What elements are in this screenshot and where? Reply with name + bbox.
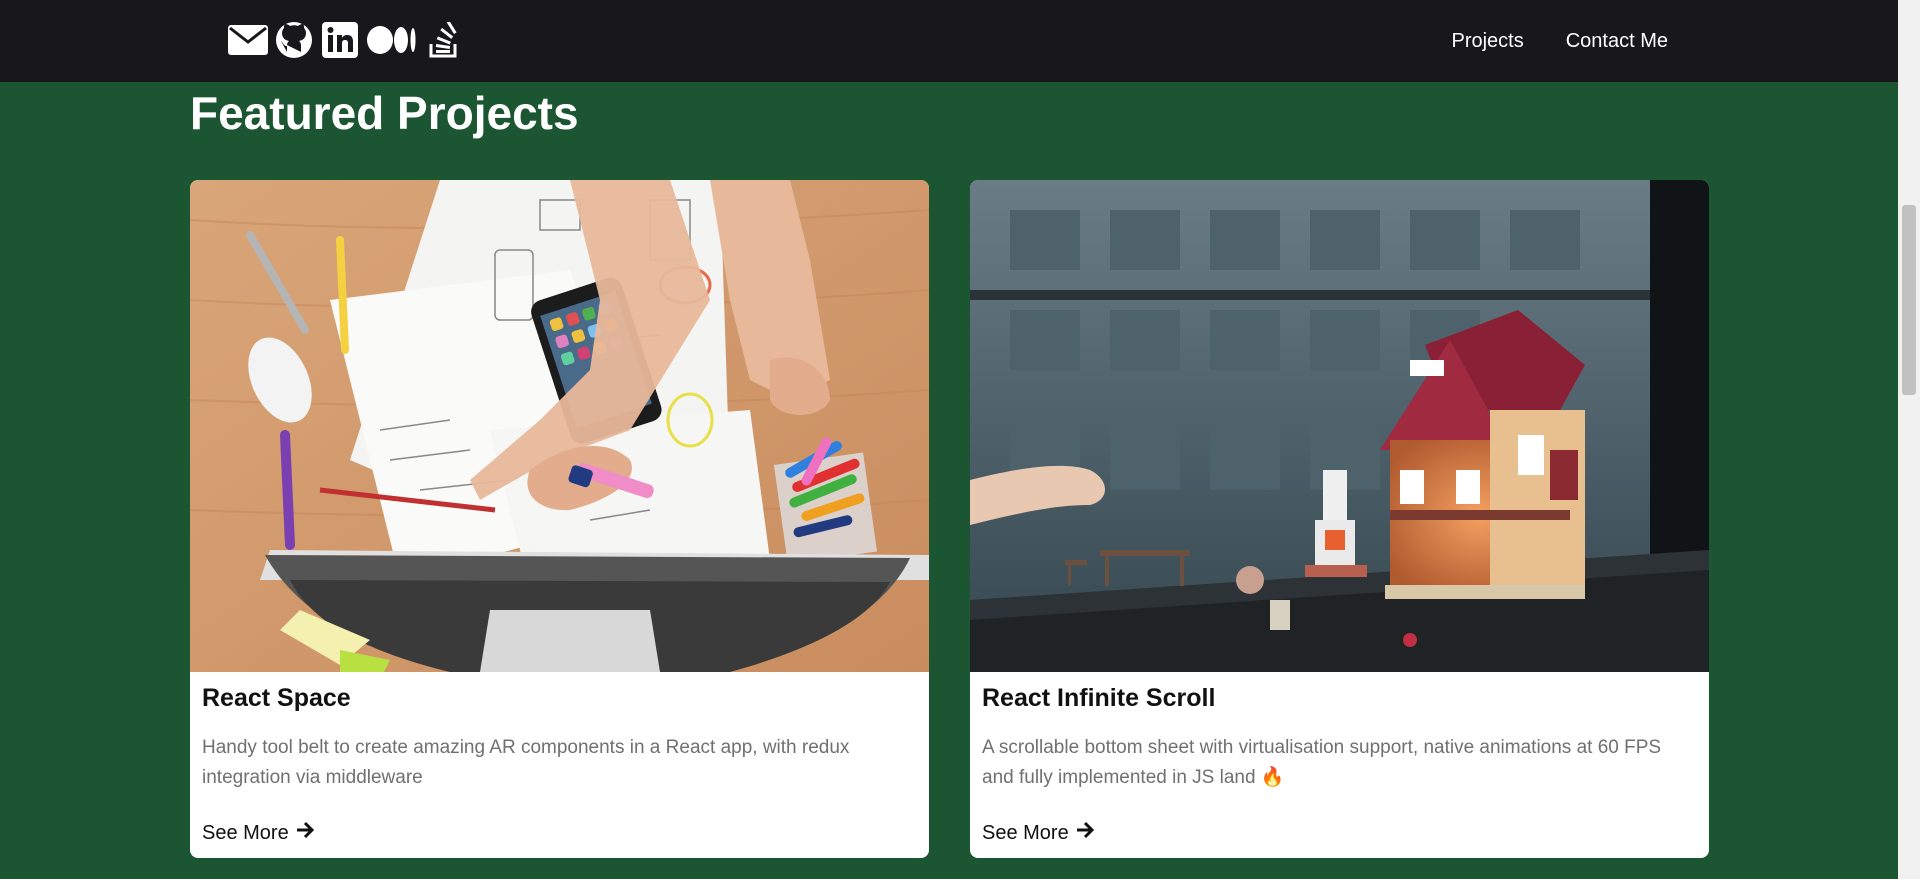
project-title: React Space [202, 684, 351, 712]
see-more-label: See More [202, 821, 289, 844]
medium-icon[interactable] [366, 20, 418, 60]
scrollbar-thumb[interactable] [1902, 205, 1916, 395]
project-title: React Infinite Scroll [982, 684, 1216, 712]
project-description: A scrollable bottom sheet with virtualis… [982, 737, 1662, 788]
see-more-link[interactable]: See More [202, 821, 315, 845]
social-links [228, 20, 464, 60]
project-card-react-infinite-scroll[interactable]: React Infinite Scroll A scrollable botto… [970, 180, 1709, 858]
project-image-dollhouse [970, 180, 1709, 672]
linkedin-icon[interactable] [320, 20, 360, 60]
page-scrollbar[interactable] [1898, 0, 1920, 879]
github-icon[interactable] [274, 20, 314, 60]
arrow-right-icon [1075, 821, 1095, 845]
see-more-label: See More [982, 821, 1069, 844]
project-description: Handy tool belt to create amazing AR com… [202, 737, 850, 788]
main-navigation: Projects Contact Me [1451, 30, 1668, 53]
mail-icon[interactable] [228, 20, 268, 60]
section-title: Featured Projects [190, 87, 579, 139]
top-navigation-bar: Projects Contact Me [0, 0, 1898, 82]
see-more-link[interactable]: See More [982, 821, 1095, 845]
nav-contact-link[interactable]: Contact Me [1566, 30, 1668, 53]
nav-projects-link[interactable]: Projects [1451, 30, 1523, 53]
project-card-react-space[interactable]: React Space Handy tool belt to create am… [190, 180, 929, 858]
project-image-desk [190, 180, 929, 672]
arrow-right-icon [295, 821, 315, 845]
stackoverflow-icon[interactable] [424, 20, 464, 60]
